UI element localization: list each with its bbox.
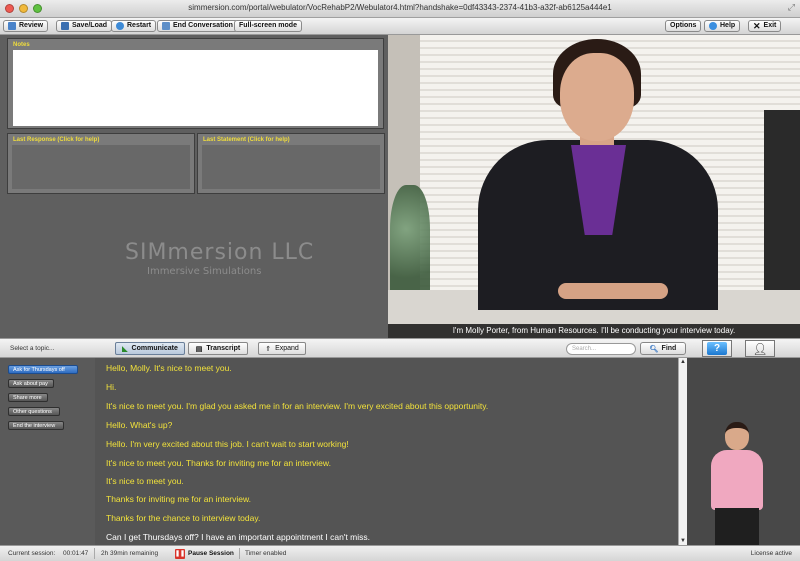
help-button[interactable]: Help	[704, 20, 741, 32]
topics-panel: Ask for Thursdays off Ask about pay Shar…	[0, 358, 95, 545]
last-statement-title: Last Statement (Click for help)	[203, 137, 290, 143]
left-panel: Notes Last Response (Click for help) Las…	[0, 35, 388, 338]
help-topic-button[interactable]: ?	[702, 340, 732, 357]
expand-label: Expand	[275, 345, 299, 352]
response-option[interactable]: Can I get Thursdays off? I have an impor…	[106, 532, 370, 542]
find-label: Find	[661, 345, 677, 352]
scroll-down-icon[interactable]: ▼	[679, 537, 687, 545]
end-conversation-icon	[162, 22, 170, 30]
simmersion-logo: SIMmersion LLC Immersive Simulations	[125, 240, 314, 277]
time-remaining: 2h 39min remaining	[101, 550, 159, 557]
transcript-tab[interactable]: ▤ Transcript	[188, 342, 248, 355]
last-response-box	[12, 145, 190, 189]
computer-monitor	[764, 110, 800, 290]
save-icon	[61, 22, 69, 30]
logo-line2: Immersive Simulations	[147, 266, 262, 277]
topic-button[interactable]: End the interview	[8, 421, 64, 430]
responses-scrollbar[interactable]: ▲ ▼	[678, 358, 687, 545]
review-icon	[8, 22, 16, 30]
exit-button[interactable]: ✕ Exit	[748, 20, 782, 32]
restart-icon	[116, 22, 124, 30]
end-conversation-label: End Conversation	[173, 22, 233, 29]
license-status: License active	[750, 550, 792, 557]
status-divider	[94, 548, 95, 559]
last-response-panel[interactable]: Last Response (Click for help)	[7, 133, 195, 194]
communicate-tab[interactable]: ◣ Communicate	[115, 342, 185, 355]
control-bar: Select a topic... ◣ Communicate ▤ Transcri…	[0, 338, 800, 358]
help-label: Help	[720, 22, 736, 29]
topic-button[interactable]: Ask about pay	[8, 379, 54, 388]
question-icon: ?	[707, 342, 727, 355]
response-option[interactable]: Hello. What's up?	[106, 420, 172, 430]
thumbnail-skirt	[715, 508, 759, 545]
review-label: Review	[19, 22, 44, 29]
character-hands	[558, 283, 668, 299]
end-conversation-button[interactable]: End Conversation	[157, 20, 238, 32]
notes-title: Notes	[13, 42, 30, 48]
notes-panel: Notes	[7, 38, 384, 129]
thumbnail-head	[725, 422, 749, 450]
current-session-time: 00:01:47	[63, 550, 89, 557]
exit-label: Exit	[763, 22, 777, 29]
video-caption: I'm Molly Porter, from Human Resources. …	[388, 324, 800, 338]
response-option[interactable]: Thanks for the chance to interview today…	[106, 513, 260, 523]
communicate-label: Communicate	[131, 345, 178, 352]
topic-button[interactable]: Share more	[8, 393, 48, 402]
communicate-icon: ◣	[122, 345, 128, 353]
coach-icon: 👤︎	[752, 341, 768, 356]
restart-button[interactable]: Restart	[111, 20, 157, 32]
restart-label: Restart	[127, 22, 152, 29]
response-option[interactable]: It's nice to meet you.	[106, 476, 184, 486]
logo-line1: SIMmersion LLC	[125, 240, 315, 265]
expand-button[interactable]: ⇑ Expand	[258, 342, 306, 355]
transcript-label: Transcript	[206, 345, 241, 352]
plant	[390, 185, 430, 295]
last-statement-box	[202, 145, 380, 189]
options-label: Options	[670, 22, 697, 29]
exit-icon: ✕	[753, 21, 761, 31]
main-toolbar: Review Save/Load Restart End Conversatio…	[0, 18, 800, 35]
select-topic-label: Select a topic...	[10, 345, 55, 352]
topic-button[interactable]: Ask for Thursdays off	[8, 365, 78, 374]
character-thumbnail	[687, 358, 800, 545]
help-icon	[709, 22, 717, 30]
character-face	[560, 53, 634, 141]
response-option[interactable]: Hi.	[106, 382, 116, 392]
search-input[interactable]: Search...	[566, 343, 636, 355]
fullscreen-button[interactable]: Full-screen mode	[234, 20, 302, 32]
response-option[interactable]: It's nice to meet you. I'm glad you aske…	[106, 401, 488, 411]
character-video: I'm Molly Porter, from Human Resources. …	[388, 35, 800, 338]
options-button[interactable]: Options	[665, 20, 702, 32]
response-option[interactable]: Hello. I'm very excited about this job. …	[106, 439, 349, 449]
topic-button[interactable]: Other questions	[8, 407, 60, 416]
window-titlebar: simmersion.com/portal/webulator/VocRehab…	[0, 0, 800, 18]
response-option[interactable]: Thanks for inviting me for an interview.	[106, 494, 251, 504]
last-statement-panel[interactable]: Last Statement (Click for help)	[197, 133, 385, 194]
status-bar: Current session: 00:01:47 2h 39min remai…	[0, 545, 800, 561]
last-response-title: Last Response (Click for help)	[13, 137, 100, 143]
status-divider	[239, 548, 240, 559]
find-button[interactable]: 🔍︎ Find	[640, 342, 686, 355]
expand-icon: ⇑	[265, 345, 272, 353]
save-load-button[interactable]: Save/Load	[56, 20, 113, 32]
window-url: simmersion.com/portal/webulator/VocRehab…	[188, 3, 612, 12]
search-icon: 🔍︎	[649, 345, 659, 353]
thumbnail-body	[711, 450, 763, 510]
timer-status: Timer enabled	[245, 550, 287, 557]
notes-textarea[interactable]	[13, 50, 378, 126]
current-session-label: Current session:	[8, 550, 56, 557]
response-option[interactable]: Hello, Molly. It's nice to meet you.	[106, 363, 232, 373]
pause-session-label: Pause Session	[188, 550, 234, 557]
pause-session-button[interactable]: ❚❚ Pause Session	[175, 548, 234, 559]
review-button[interactable]: Review	[3, 20, 49, 32]
save-load-label: Save/Load	[72, 22, 108, 29]
response-option[interactable]: It's nice to meet you. Thanks for inviti…	[106, 458, 331, 468]
resize-icon[interactable]: ⤢	[788, 2, 795, 13]
scroll-up-icon[interactable]: ▲	[679, 358, 687, 366]
transcript-icon: ▤	[195, 345, 203, 353]
fullscreen-label: Full-screen mode	[239, 22, 297, 29]
response-options-list: Hello, Molly. It's nice to meet you. Hi.…	[95, 358, 678, 545]
coach-button[interactable]: 👤︎	[745, 340, 775, 357]
pause-icon: ❚❚	[175, 548, 186, 559]
